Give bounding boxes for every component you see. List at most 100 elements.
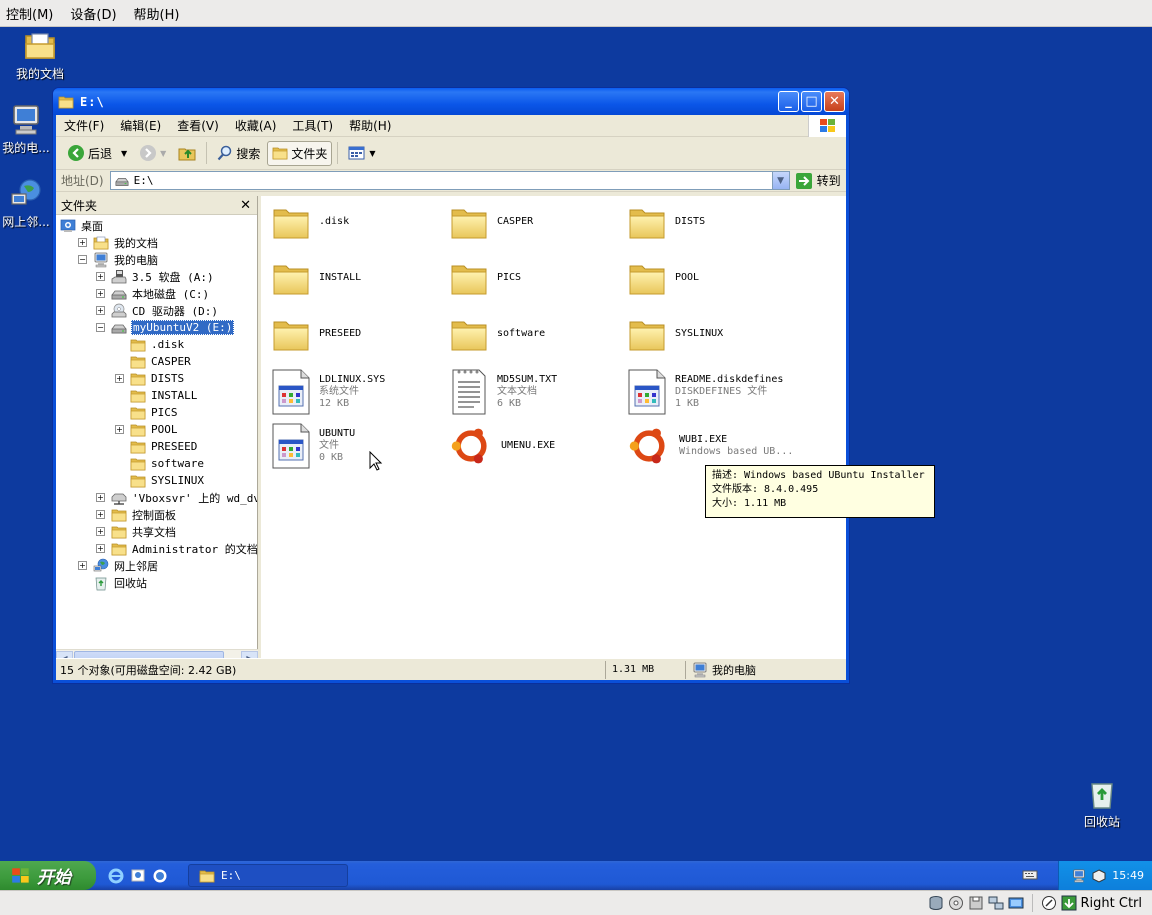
tree-node[interactable]: PRESEED [115,438,198,455]
network-adapter-icon[interactable] [988,895,1004,911]
folders-button[interactable]: 文件夹 [267,140,333,166]
tree-node[interactable]: + 我的文档 [78,234,159,251]
expand-icon[interactable]: + [96,272,105,281]
clock[interactable]: 15:49 [1112,869,1144,882]
show-desktop-icon[interactable] [130,868,146,884]
mouse-integration-icon[interactable] [1041,895,1057,911]
expand-icon[interactable]: + [96,289,105,298]
back-button[interactable]: 后退 ▼ [62,140,132,166]
file-item[interactable]: PRESEED [271,314,361,354]
collapse-icon[interactable]: − [96,323,105,332]
netdrive-icon [111,490,127,506]
maximize-button[interactable]: □ [801,91,822,112]
tree-node[interactable]: + 控制面板 [96,506,177,523]
file-item[interactable]: WUBI.EXE Windows based UB... [627,422,793,470]
back-dropdown-icon[interactable]: ▼ [121,149,127,158]
tree-node[interactable]: + CD 驱动器 (D:) [96,302,219,319]
tree-node[interactable]: + 网上邻居 [78,557,159,574]
expand-icon[interactable]: + [96,544,105,553]
file-item[interactable]: .disk [271,202,349,242]
tree-node[interactable]: INSTALL [115,387,198,404]
file-item[interactable]: README.diskdefines DISKDEFINES 文件 1 KB [627,368,783,416]
minimize-button[interactable]: _ [778,91,799,112]
file-item[interactable]: INSTALL [271,258,361,298]
expand-icon[interactable]: + [96,306,105,315]
vbox-menu-help[interactable]: 帮助(H) [132,4,182,23]
tree-node[interactable]: +3.5 软盘 (A:) [96,268,215,285]
close-button[interactable]: ✕ [824,91,845,112]
tree-node[interactable]: + 本地磁盘 (C:) [96,285,210,302]
file-item[interactable]: MD5SUM.TXT 文本文档 6 KB [449,368,557,416]
menu-tools[interactable]: 工具(T) [284,117,341,134]
vbox-menu-control[interactable]: 控制(M) [4,4,55,23]
folder-icon [130,354,146,370]
menu-view[interactable]: 查看(V) [169,117,227,134]
views-button[interactable]: ▼ [343,141,380,165]
tree-node[interactable]: 桌面 [60,217,104,234]
goto-button[interactable]: 转到 [795,172,841,190]
file-item[interactable]: DISTS [627,202,705,242]
tree-node[interactable]: + POOL [115,421,179,438]
expand-icon[interactable]: + [115,425,124,434]
expand-icon[interactable]: + [96,527,105,536]
file-name: software [497,328,546,339]
taskbar-item-explorer[interactable]: E:\ [188,864,348,887]
keyboard-icon[interactable] [1022,869,1038,881]
file-item[interactable]: UBUNTU 文件 0 KB [271,422,355,470]
search-button[interactable]: 搜索 [212,141,265,166]
file-item[interactable]: software [449,314,545,354]
expand-icon[interactable]: + [78,238,87,247]
media-player-icon[interactable] [152,868,168,884]
tree-node[interactable]: + 'Vboxsvr' 上的 wd_dv (Z [96,489,257,506]
desktop-icon-label: 我的电... [2,141,50,155]
tree-node[interactable]: SYSLINUX [115,472,205,489]
tree-node[interactable]: PICS [115,404,179,421]
forward-button[interactable]: ▼ [134,140,171,166]
expand-icon[interactable]: + [96,510,105,519]
vbox-menu-devices[interactable]: 设备(D) [68,4,118,23]
up-folder-button[interactable] [173,140,201,166]
tree-node[interactable]: software [115,455,205,472]
menu-edit[interactable]: 编辑(E) [112,117,169,134]
file-tooltip: 描述: Windows based UBuntu Installer 文件版本:… [705,465,935,518]
desktop-icon-recycle-bin[interactable]: 回收站 [1062,778,1142,830]
file-item[interactable]: SYSLINUX [627,314,723,354]
tree-node[interactable]: − myUbuntuV2 (E:) [96,319,235,336]
keyboard-capture-icon[interactable] [1061,895,1077,911]
shared-folders-icon[interactable] [1008,895,1024,911]
tree-node[interactable]: + Administrator 的文档 [96,540,257,557]
desktop-icon-my-documents[interactable]: 我的文档 [0,30,80,82]
expand-icon[interactable]: + [78,561,87,570]
file-item[interactable]: LDLINUX.SYS 系统文件 12 KB [271,368,385,416]
tree-node[interactable]: + DISTS [115,370,185,387]
file-item[interactable]: PICS [449,258,521,298]
tree-node[interactable]: CASPER [115,353,192,370]
internet-explorer-icon[interactable] [108,868,124,884]
file-name: DISTS [675,216,706,227]
title-bar[interactable]: E:\ _ □ ✕ [53,88,849,115]
desktop-icon-my-computer[interactable]: 我的电... [0,104,52,156]
tree-node[interactable]: − 我的电脑 [78,251,159,268]
expand-icon[interactable]: + [115,374,124,383]
start-button[interactable]: 开始 [0,861,96,890]
file-item[interactable]: POOL [627,258,699,298]
address-dropdown-button[interactable]: ▼ [771,172,789,189]
menu-help[interactable]: 帮助(H) [341,117,399,134]
menu-file[interactable]: 文件(F) [56,117,112,134]
tree-node[interactable]: 回收站 [78,574,148,591]
close-pane-icon[interactable]: ✕ [240,198,251,213]
file-item[interactable]: UMENU.EXE [449,422,555,470]
expand-icon[interactable]: + [96,493,105,502]
tree-node[interactable]: .disk [115,336,185,353]
file-item[interactable]: CASPER [449,202,533,242]
menu-favorites[interactable]: 收藏(A) [227,117,285,134]
collapse-icon[interactable]: − [78,255,87,264]
tree-node[interactable]: + 共享文档 [96,523,177,540]
optical-drive-icon[interactable] [948,895,964,911]
network-status-icon[interactable] [1072,869,1086,883]
virtualbox-tray-icon[interactable] [1092,868,1106,883]
address-input[interactable]: E:\ ▼ [109,171,790,190]
floppy-icon[interactable] [968,895,984,911]
harddisk-icon[interactable] [928,895,944,911]
desktop-icon-network[interactable]: 网上邻... [0,178,52,230]
